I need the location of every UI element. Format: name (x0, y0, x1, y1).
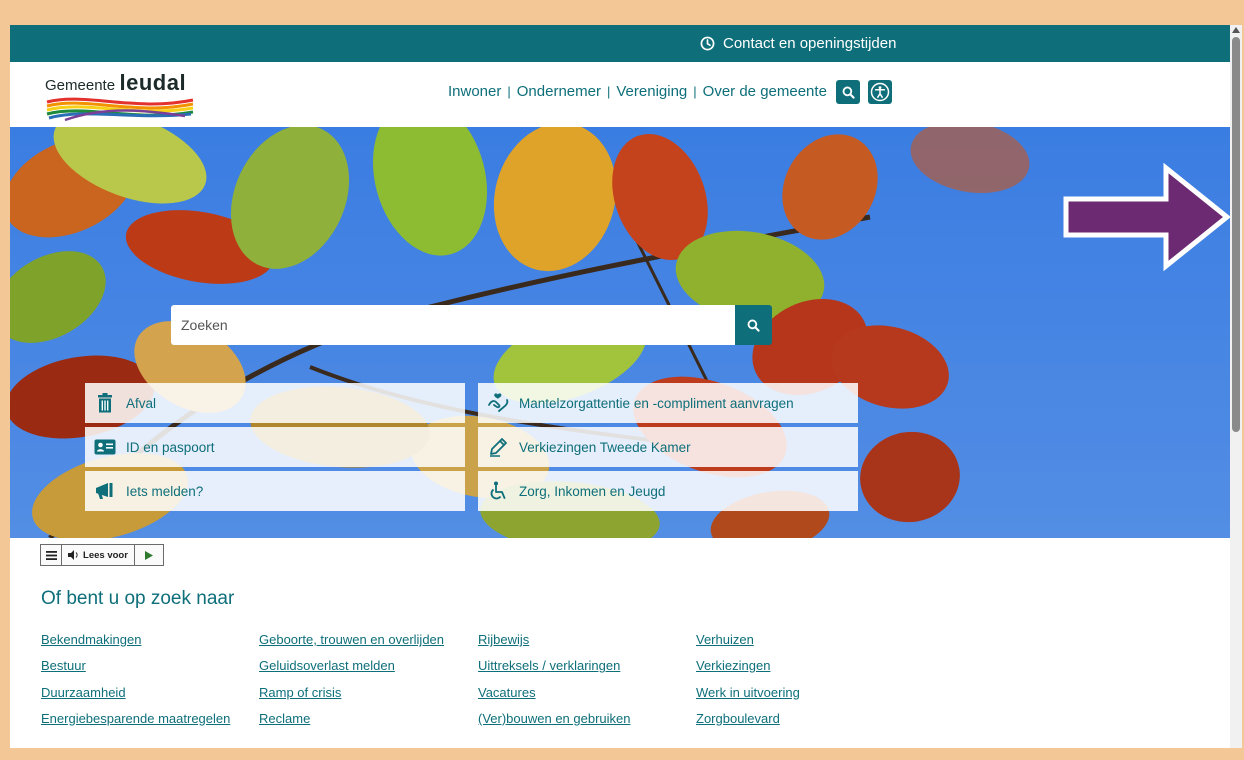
wheelchair-icon (487, 480, 509, 502)
logo[interactable]: Gemeente leudal (45, 66, 205, 124)
accessibility-button[interactable] (868, 80, 892, 104)
tile-label: Iets melden? (126, 483, 204, 499)
readspeaker-read-button[interactable]: Lees voor (62, 545, 135, 565)
links-column: Rijbewijs Uittreksels / verklaringen Vac… (478, 630, 631, 735)
link-verbouwen-en-gebruiken[interactable]: (Ver)bouwen en gebruiken (478, 709, 631, 735)
links-column: Geboorte, trouwen en overlijden Geluidso… (259, 630, 444, 735)
tile-verkiezingen[interactable]: Verkiezingen Tweede Kamer (478, 427, 858, 467)
link-reclame[interactable]: Reclame (259, 709, 444, 735)
scrollbar-thumb[interactable] (1232, 37, 1240, 432)
tile-afval[interactable]: Afval (85, 383, 465, 423)
megaphone-icon (94, 480, 116, 502)
top-bar: Contact en openingstijden (10, 25, 1230, 62)
main-navigation: Inwoner | Ondernemer | Vereniging | Over… (448, 83, 827, 100)
accessibility-icon (870, 82, 890, 102)
link-geboorte-trouwen-overlijden[interactable]: Geboorte, trouwen en overlijden (259, 630, 444, 656)
logo-prefix: Gemeente (45, 77, 116, 94)
link-energiebesparende-maatregelen[interactable]: Energiebesparende maatregelen (41, 709, 230, 735)
menu-icon (45, 550, 57, 560)
links-column: Verhuizen Verkiezingen Werk in uitvoerin… (696, 630, 800, 735)
link-geluidsoverlast-melden[interactable]: Geluidsoverlast melden (259, 656, 444, 682)
caring-hands-icon (487, 392, 509, 414)
tile-label: Zorg, Inkomen en Jeugd (519, 483, 666, 499)
tile-label: ID en paspoort (126, 439, 215, 455)
trash-icon (94, 392, 116, 414)
links-column: Bekendmakingen Bestuur Duurzaamheid Ener… (41, 630, 230, 735)
nav-item-vereniging[interactable]: Vereniging (616, 83, 687, 100)
tile-mantelzorg[interactable]: Mantelzorgattentie en -compliment aanvra… (478, 383, 858, 423)
nav-separator: | (693, 84, 697, 99)
link-bekendmakingen[interactable]: Bekendmakingen (41, 630, 230, 656)
search-icon (747, 319, 760, 332)
tile-id-paspoort[interactable]: ID en paspoort (85, 427, 465, 467)
nav-item-over-de-gemeente[interactable]: Over de gemeente (703, 83, 827, 100)
link-zorgboulevard[interactable]: Zorgboulevard (696, 709, 800, 735)
scroll-up-arrow-icon[interactable] (1232, 27, 1240, 33)
link-bestuur[interactable]: Bestuur (41, 656, 230, 682)
logo-name: leudal (119, 70, 187, 95)
tile-zorg-inkomen-jeugd[interactable]: Zorg, Inkomen en Jeugd (478, 471, 858, 511)
link-verkiezingen[interactable]: Verkiezingen (696, 656, 800, 682)
link-rijbewijs[interactable]: Rijbewijs (478, 630, 631, 656)
speaker-icon (68, 550, 78, 560)
browser-viewport: Contact en openingstijden Gemeente leuda… (10, 25, 1230, 748)
logo-wordmark: Gemeente leudal (45, 70, 186, 96)
tile-label: Verkiezingen Tweede Kamer (519, 439, 691, 455)
header-search-button[interactable] (836, 80, 860, 104)
link-vacatures[interactable]: Vacatures (478, 683, 631, 709)
link-werk-in-uitvoering[interactable]: Werk in uitvoering (696, 683, 800, 709)
readspeaker-bar: Lees voor (40, 544, 164, 566)
link-uittreksels-verklaringen[interactable]: Uittreksels / verklaringen (478, 656, 631, 682)
readspeaker-menu-button[interactable] (41, 545, 62, 565)
vertical-scrollbar[interactable] (1230, 25, 1242, 748)
readspeaker-play-button[interactable] (135, 545, 163, 565)
logo-waves-icon (46, 97, 194, 122)
link-ramp-of-crisis[interactable]: Ramp of crisis (259, 683, 444, 709)
tile-label: Afval (126, 395, 157, 411)
search-icon (842, 86, 855, 99)
nav-separator: | (507, 84, 511, 99)
nav-item-inwoner[interactable]: Inwoner (448, 83, 501, 100)
nav-item-ondernemer[interactable]: Ondernemer (517, 83, 601, 100)
search-input[interactable] (171, 305, 735, 345)
site-header: Gemeente leudal Inwoner | Ondernemer | V… (10, 62, 1230, 127)
tile-iets-melden[interactable]: Iets melden? (85, 471, 465, 511)
contact-label: Contact en openingstijden (723, 35, 897, 52)
tile-label: Mantelzorgattentie en -compliment aanvra… (519, 395, 794, 411)
search-button[interactable] (735, 305, 772, 345)
link-verhuizen[interactable]: Verhuizen (696, 630, 800, 656)
pencil-icon (487, 436, 509, 458)
purple-arrow-icon (1063, 162, 1230, 272)
hero-banner: Afval Mantelzorgattentie en -compliment … (10, 127, 1230, 538)
link-duurzaamheid[interactable]: Duurzaamheid (41, 683, 230, 709)
nav-separator: | (606, 84, 611, 99)
clock-icon (700, 36, 715, 51)
play-icon (145, 550, 153, 560)
search-bar (171, 305, 772, 345)
id-card-icon (94, 436, 116, 458)
readspeaker-label: Lees voor (83, 549, 128, 561)
contact-link[interactable]: Contact en openingstijden (700, 25, 896, 62)
section-title: Of bent u op zoek naar (41, 588, 235, 609)
